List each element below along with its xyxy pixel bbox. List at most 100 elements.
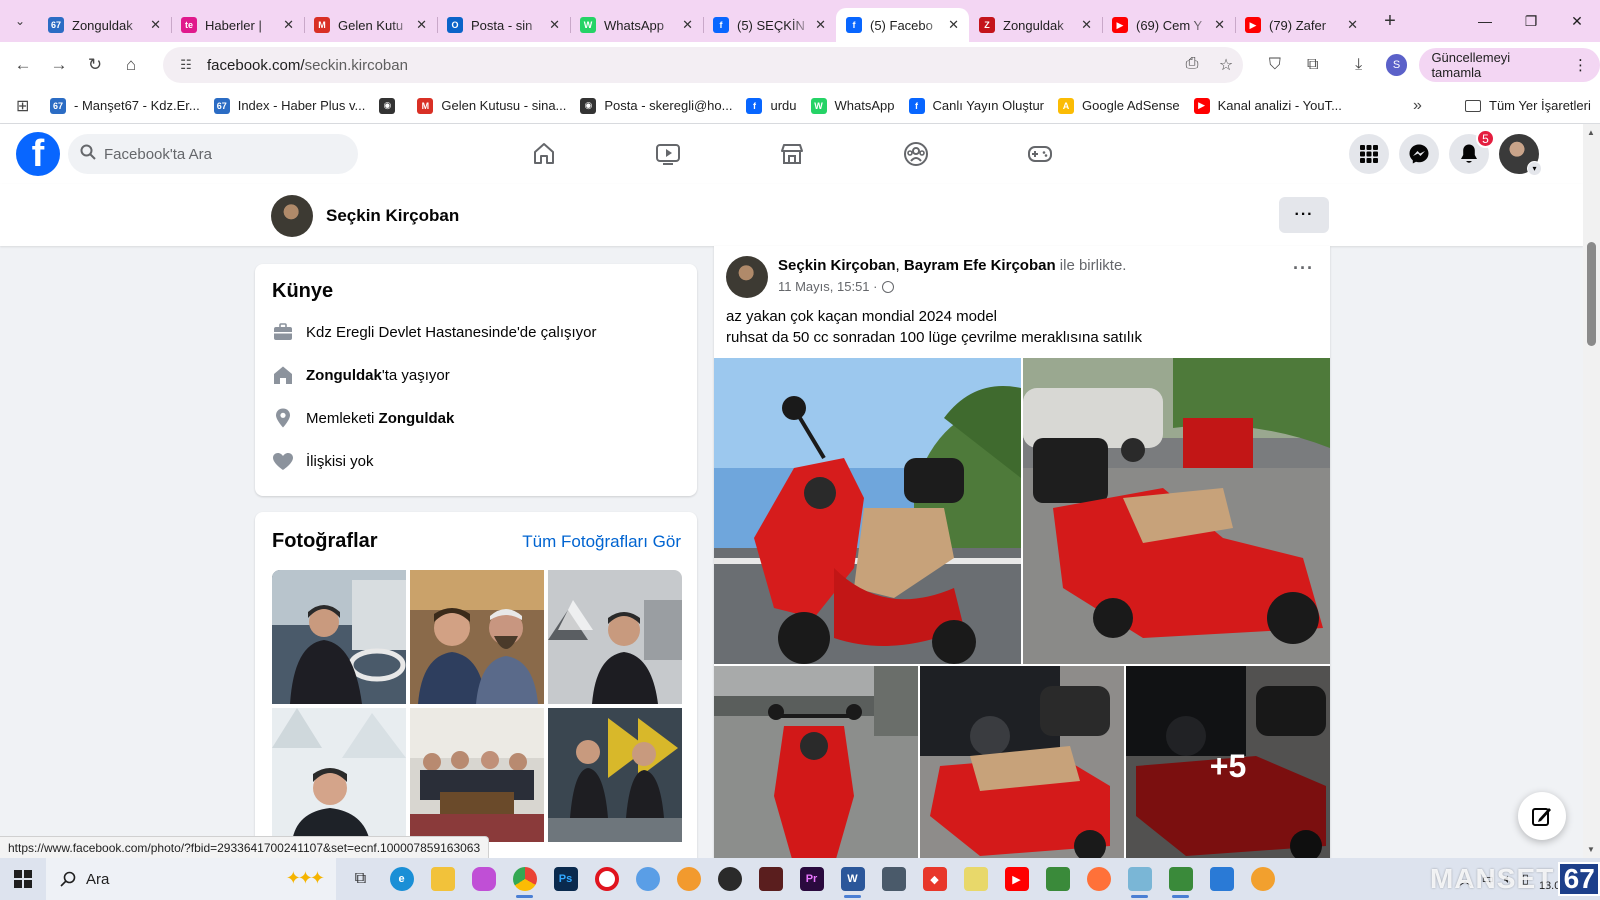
- tab-close-icon[interactable]: ✕: [549, 17, 560, 33]
- photo-thumbnail[interactable]: [548, 570, 682, 704]
- app-icon[interactable]: [627, 858, 668, 900]
- taskbar-search[interactable]: Ara ✦✦✦: [46, 858, 336, 900]
- nav-home[interactable]: [482, 124, 606, 184]
- tab-close-icon[interactable]: ✕: [150, 17, 161, 33]
- chrome-icon[interactable]: [504, 858, 545, 900]
- reload-icon[interactable]: ↻: [77, 47, 113, 83]
- scroll-up-arrow-icon[interactable]: ▲: [1587, 128, 1595, 137]
- url-text[interactable]: facebook.com/seckin.kircoban: [207, 57, 408, 74]
- tray-overflow-icon[interactable]: ︿: [1459, 870, 1472, 889]
- browser-tab[interactable]: 67 Zonguldak ✕: [38, 8, 171, 42]
- network-icon[interactable]: ▭: [1482, 871, 1494, 887]
- volume-icon[interactable]: 🔈︎: [1504, 871, 1512, 887]
- post-photo[interactable]: [714, 666, 918, 866]
- file-explorer-icon[interactable]: [422, 858, 463, 900]
- profile-avatar[interactable]: [271, 195, 313, 237]
- tab-close-icon[interactable]: ✕: [815, 17, 826, 33]
- browser-tab[interactable]: W WhatsApp ✕: [570, 8, 703, 42]
- firefox-icon[interactable]: [1078, 858, 1119, 900]
- bookmark-item[interactable]: 67 Index - Haber Plus v...: [213, 97, 365, 114]
- clock[interactable]: 1:52 13.05.2025: [1539, 865, 1594, 893]
- home-icon[interactable]: ⌂: [113, 47, 149, 83]
- battery-icon[interactable]: ▯: [1522, 871, 1529, 887]
- messenger-button[interactable]: [1399, 134, 1439, 174]
- tab-close-icon[interactable]: ✕: [1081, 17, 1092, 33]
- bookmark-item[interactable]: A Google AdSense: [1058, 97, 1180, 114]
- bookmark-item[interactable]: ◉ Posta - skeregli@ho...: [580, 97, 732, 114]
- browser-tab[interactable]: te Haberler | ✕: [171, 8, 304, 42]
- new-message-button[interactable]: [1518, 792, 1566, 840]
- profile-name[interactable]: Seçkin Kirçoban: [326, 206, 459, 226]
- all-bookmarks-button[interactable]: Tüm Yer İşaretleri: [1465, 98, 1591, 113]
- install-app-icon[interactable]: ⎙: [1175, 55, 1209, 75]
- post-photo[interactable]: [1023, 358, 1330, 664]
- scroll-down-arrow-icon[interactable]: ▼: [1587, 845, 1595, 854]
- nav-video[interactable]: [606, 124, 730, 184]
- post-author-link[interactable]: Seçkin Kirçoban: [778, 257, 896, 274]
- tagged-person-link[interactable]: Bayram Efe Kirçoban: [904, 257, 1056, 274]
- tab-close-icon[interactable]: ✕: [416, 17, 427, 33]
- maximize-icon[interactable]: ❐: [1508, 0, 1554, 42]
- apps-grid-icon[interactable]: ⊞: [16, 96, 36, 116]
- facebook-logo-icon[interactable]: f: [16, 132, 60, 176]
- post-options-button[interactable]: ···: [1293, 258, 1314, 279]
- nav-gaming[interactable]: [978, 124, 1102, 184]
- app-icon[interactable]: [750, 858, 791, 900]
- shield-extension-icon[interactable]: ⛉: [1256, 56, 1294, 74]
- notifications-button[interactable]: 5: [1449, 129, 1495, 174]
- youtube-icon[interactable]: ▶: [996, 858, 1037, 900]
- bookmark-item[interactable]: W WhatsApp: [810, 97, 895, 114]
- see-all-photos-link[interactable]: Tüm Fotoğrafları Gör: [522, 532, 681, 552]
- bookmark-item[interactable]: M Gelen Kutusu - sina...: [417, 97, 566, 114]
- browser-tab[interactable]: O Posta - sin ✕: [437, 8, 570, 42]
- tab-close-icon[interactable]: ✕: [948, 17, 959, 33]
- more-photos-overlay[interactable]: +5: [1126, 666, 1330, 866]
- nav-marketplace[interactable]: [730, 124, 854, 184]
- facebook-search[interactable]: [68, 134, 358, 174]
- browser-tab[interactable]: f (5) Facebo ✕: [836, 8, 969, 42]
- bookmarks-overflow-icon[interactable]: »: [1413, 97, 1422, 115]
- update-button[interactable]: Güncellemeyi tamamla ⋮: [1419, 48, 1600, 82]
- opera-icon[interactable]: [586, 858, 627, 900]
- post-photo-more[interactable]: +5: [1126, 666, 1330, 866]
- browser-tab[interactable]: Z Zonguldak ✕: [969, 8, 1102, 42]
- tab-close-icon[interactable]: ✕: [1214, 17, 1225, 33]
- app-icon[interactable]: [955, 858, 996, 900]
- account-avatar[interactable]: ▾: [1499, 134, 1542, 176]
- forward-arrow-icon[interactable]: →: [41, 47, 77, 83]
- photo-thumbnail[interactable]: [272, 570, 406, 704]
- app-icon[interactable]: [1242, 858, 1283, 900]
- bookmark-item[interactable]: ◉: [379, 97, 403, 114]
- site-info-icon[interactable]: ☷: [173, 57, 199, 73]
- nav-groups[interactable]: [854, 124, 978, 184]
- menu-button[interactable]: [1349, 134, 1389, 174]
- app-icon[interactable]: [1037, 858, 1078, 900]
- profile-more-button[interactable]: ···: [1279, 197, 1329, 233]
- post-photo[interactable]: [920, 666, 1124, 866]
- photo-thumbnail[interactable]: [410, 708, 544, 842]
- page-scrollbar[interactable]: ▲ ▼: [1583, 124, 1600, 858]
- back-arrow-icon[interactable]: ←: [5, 47, 41, 83]
- app-icon[interactable]: [1201, 858, 1242, 900]
- chrome-profile-avatar[interactable]: S: [1385, 54, 1408, 76]
- chrome-menu-icon[interactable]: ⋮: [1573, 56, 1588, 74]
- app-icon[interactable]: [1160, 858, 1201, 900]
- bookmark-item[interactable]: ▶ Kanal analizi - YouT...: [1193, 97, 1342, 114]
- address-bar[interactable]: ☷ facebook.com/seckin.kircoban ⎙ ☆: [163, 47, 1243, 83]
- tab-close-icon[interactable]: ✕: [1347, 17, 1358, 33]
- premiere-icon[interactable]: Pr: [791, 858, 832, 900]
- anydesk-icon[interactable]: ◆: [914, 858, 955, 900]
- copilot-icon[interactable]: [463, 858, 504, 900]
- bookmark-item[interactable]: f Canlı Yayın Oluştur: [908, 97, 1044, 114]
- browser-tab[interactable]: M Gelen Kutu ✕: [304, 8, 437, 42]
- photo-thumbnail[interactable]: [410, 570, 544, 704]
- task-view-icon[interactable]: ⧉: [340, 858, 381, 900]
- bookmark-star-icon[interactable]: ☆: [1209, 55, 1243, 75]
- scroll-thumb[interactable]: [1587, 242, 1596, 346]
- post-author-avatar[interactable]: [726, 256, 768, 298]
- download-icon[interactable]: ⤓: [1340, 56, 1378, 74]
- browser-tab[interactable]: f (5) SEÇKİN ✕: [703, 8, 836, 42]
- extensions-puzzle-icon[interactable]: ⧉: [1294, 56, 1332, 74]
- word-icon[interactable]: W: [832, 858, 873, 900]
- minimize-icon[interactable]: —: [1462, 0, 1508, 42]
